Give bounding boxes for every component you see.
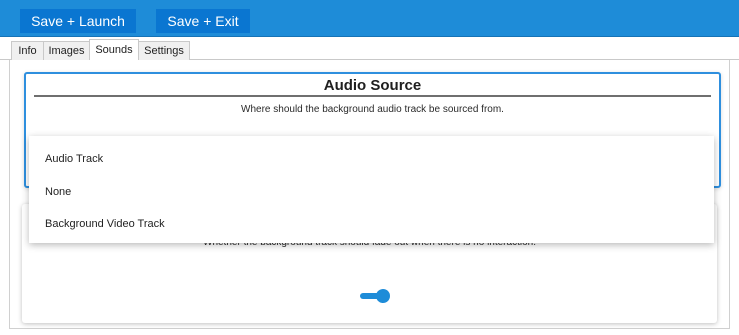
tab-images[interactable]: Images <box>43 41 90 60</box>
audio-source-title: Audio Source <box>323 77 422 94</box>
dropdown-option-background-video-track[interactable]: Background Video Track <box>29 212 714 236</box>
title-divider <box>34 95 711 97</box>
fade-toggle[interactable] <box>360 289 390 304</box>
toggle-knob <box>376 289 390 303</box>
audio-source-description: Where should the background audio track … <box>241 104 504 115</box>
tab-info[interactable]: Info <box>11 41 44 60</box>
audio-source-dropdown: Audio Track None Background Video Track <box>29 136 714 243</box>
save-launch-button[interactable]: Save + Launch <box>20 9 136 33</box>
toolbar: Save + Launch Save + Exit <box>0 0 739 37</box>
dropdown-option-audio-track[interactable]: Audio Track <box>29 147 714 171</box>
tab-sounds[interactable]: Sounds <box>89 39 139 60</box>
tab-settings[interactable]: Settings <box>138 41 190 60</box>
save-exit-button[interactable]: Save + Exit <box>156 9 250 33</box>
dropdown-option-none[interactable]: None <box>29 180 714 204</box>
